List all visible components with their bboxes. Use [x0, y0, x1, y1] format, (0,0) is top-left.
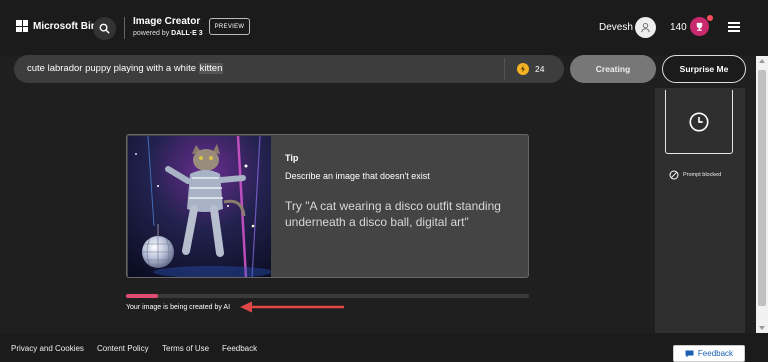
privacy-link[interactable]: Privacy and Cookies	[11, 344, 84, 353]
header: Microsoft Bing Image Creator powered by …	[0, 0, 768, 56]
prompt-text-selected: kitten	[198, 63, 224, 74]
feedback-button[interactable]: Feedback	[673, 345, 745, 362]
app-title: Image Creator	[133, 16, 201, 27]
progress-status-text: Your image is being created by AI	[126, 304, 231, 311]
scroll-down-arrow-icon[interactable]	[759, 326, 765, 330]
recent-creations-panel: Prompt blocked	[655, 88, 745, 333]
tip-card: Tip Describe an image that doesn't exist…	[126, 134, 529, 278]
history-tile[interactable]	[665, 90, 733, 154]
prompt-divider	[504, 58, 505, 80]
boost-count: 24	[535, 64, 545, 74]
surprise-me-button[interactable]: Surprise Me	[662, 55, 746, 83]
bing-logo[interactable]: Microsoft Bing	[16, 20, 103, 32]
prompt-blocked-label: Prompt blocked	[683, 172, 722, 178]
tip-example: Try "A cat wearing a disco outfit standi…	[285, 199, 501, 229]
rewards-button[interactable]	[690, 17, 709, 36]
search-icon	[99, 23, 110, 34]
powered-by-brand: DALL·E 3	[171, 30, 203, 37]
image-creator-brand[interactable]: Image Creator powered by DALL·E 3	[133, 16, 203, 37]
disco-cat-image	[128, 136, 271, 277]
progress-fill	[126, 294, 159, 298]
reward-trophy-icon	[696, 22, 703, 31]
search-button[interactable]	[93, 17, 116, 40]
scroll-up-arrow-icon[interactable]	[759, 59, 765, 63]
windows-logo-icon	[16, 20, 28, 32]
prompt-input[interactable]: cute labrador puppy playing with a white…	[14, 55, 564, 83]
preview-badge: PREVIEW	[209, 18, 250, 35]
tip-label: Tip	[285, 153, 299, 163]
reward-count[interactable]: 140	[670, 22, 687, 33]
user-name[interactable]: Devesh	[599, 22, 633, 33]
prompt-blocked-status: Prompt blocked	[669, 170, 721, 180]
powered-by: powered by DALL·E 3	[133, 30, 203, 37]
content-policy-link[interactable]: Content Policy	[97, 344, 149, 353]
avatar[interactable]	[635, 17, 656, 38]
clock-icon	[689, 111, 709, 132]
footer: Privacy and Cookies Content Policy Terms…	[0, 333, 768, 362]
blocked-icon	[669, 170, 679, 180]
annotation-arrow-icon	[240, 301, 344, 313]
creation-progress-bar	[126, 294, 529, 298]
prompt-text-main: cute labrador puppy playing with a white	[27, 63, 199, 74]
header-divider	[124, 17, 125, 39]
feedback-icon	[685, 350, 694, 357]
creating-button[interactable]: Creating	[570, 55, 656, 83]
prompt-text[interactable]: cute labrador puppy playing with a white…	[27, 63, 224, 74]
powered-by-text: powered by	[133, 30, 170, 37]
feedback-link[interactable]: Feedback	[222, 344, 257, 353]
tip-description: Describe an image that doesn't exist	[285, 171, 430, 181]
boost-coin-icon	[517, 63, 529, 75]
notification-dot	[707, 15, 713, 21]
scroll-thumb[interactable]	[758, 70, 766, 306]
feedback-button-label: Feedback	[697, 349, 734, 358]
hamburger-menu-icon[interactable]	[728, 22, 740, 32]
terms-link[interactable]: Terms of Use	[162, 344, 209, 353]
page-scrollbar[interactable]	[756, 56, 768, 333]
avatar-icon	[641, 23, 650, 33]
